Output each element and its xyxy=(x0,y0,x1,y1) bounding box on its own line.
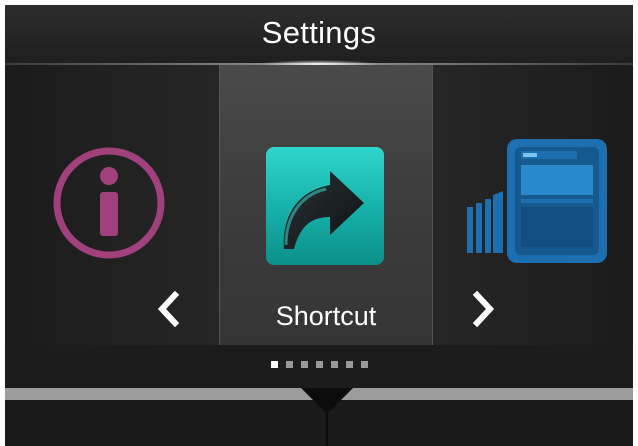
carousel-item-label: Shortcut xyxy=(275,301,377,331)
page-dot xyxy=(270,361,278,368)
title-bar: Settings xyxy=(5,5,633,63)
selection-pointer-icon xyxy=(301,388,353,446)
carousel-item-info[interactable] xyxy=(5,65,219,345)
page-dot xyxy=(330,361,338,368)
screen: Settings Shortcut xyxy=(5,5,633,446)
chevron-right-icon[interactable] xyxy=(469,287,499,331)
menu-carousel: Shortcut xyxy=(5,65,633,345)
chevron-left-icon[interactable] xyxy=(153,287,183,331)
page-dot xyxy=(300,361,308,368)
printer-icon xyxy=(467,139,607,263)
shortcut-arrow-icon xyxy=(266,147,384,265)
carousel-item-shortcut[interactable]: Shortcut xyxy=(219,65,433,345)
carousel-item-printer[interactable] xyxy=(433,65,633,345)
page-dot xyxy=(360,361,368,368)
info-icon xyxy=(53,147,165,259)
page-indicator xyxy=(5,353,633,377)
page-title: Settings xyxy=(261,15,377,50)
page-dot xyxy=(345,361,353,368)
page-dot xyxy=(285,361,293,368)
page-dot xyxy=(315,361,323,368)
